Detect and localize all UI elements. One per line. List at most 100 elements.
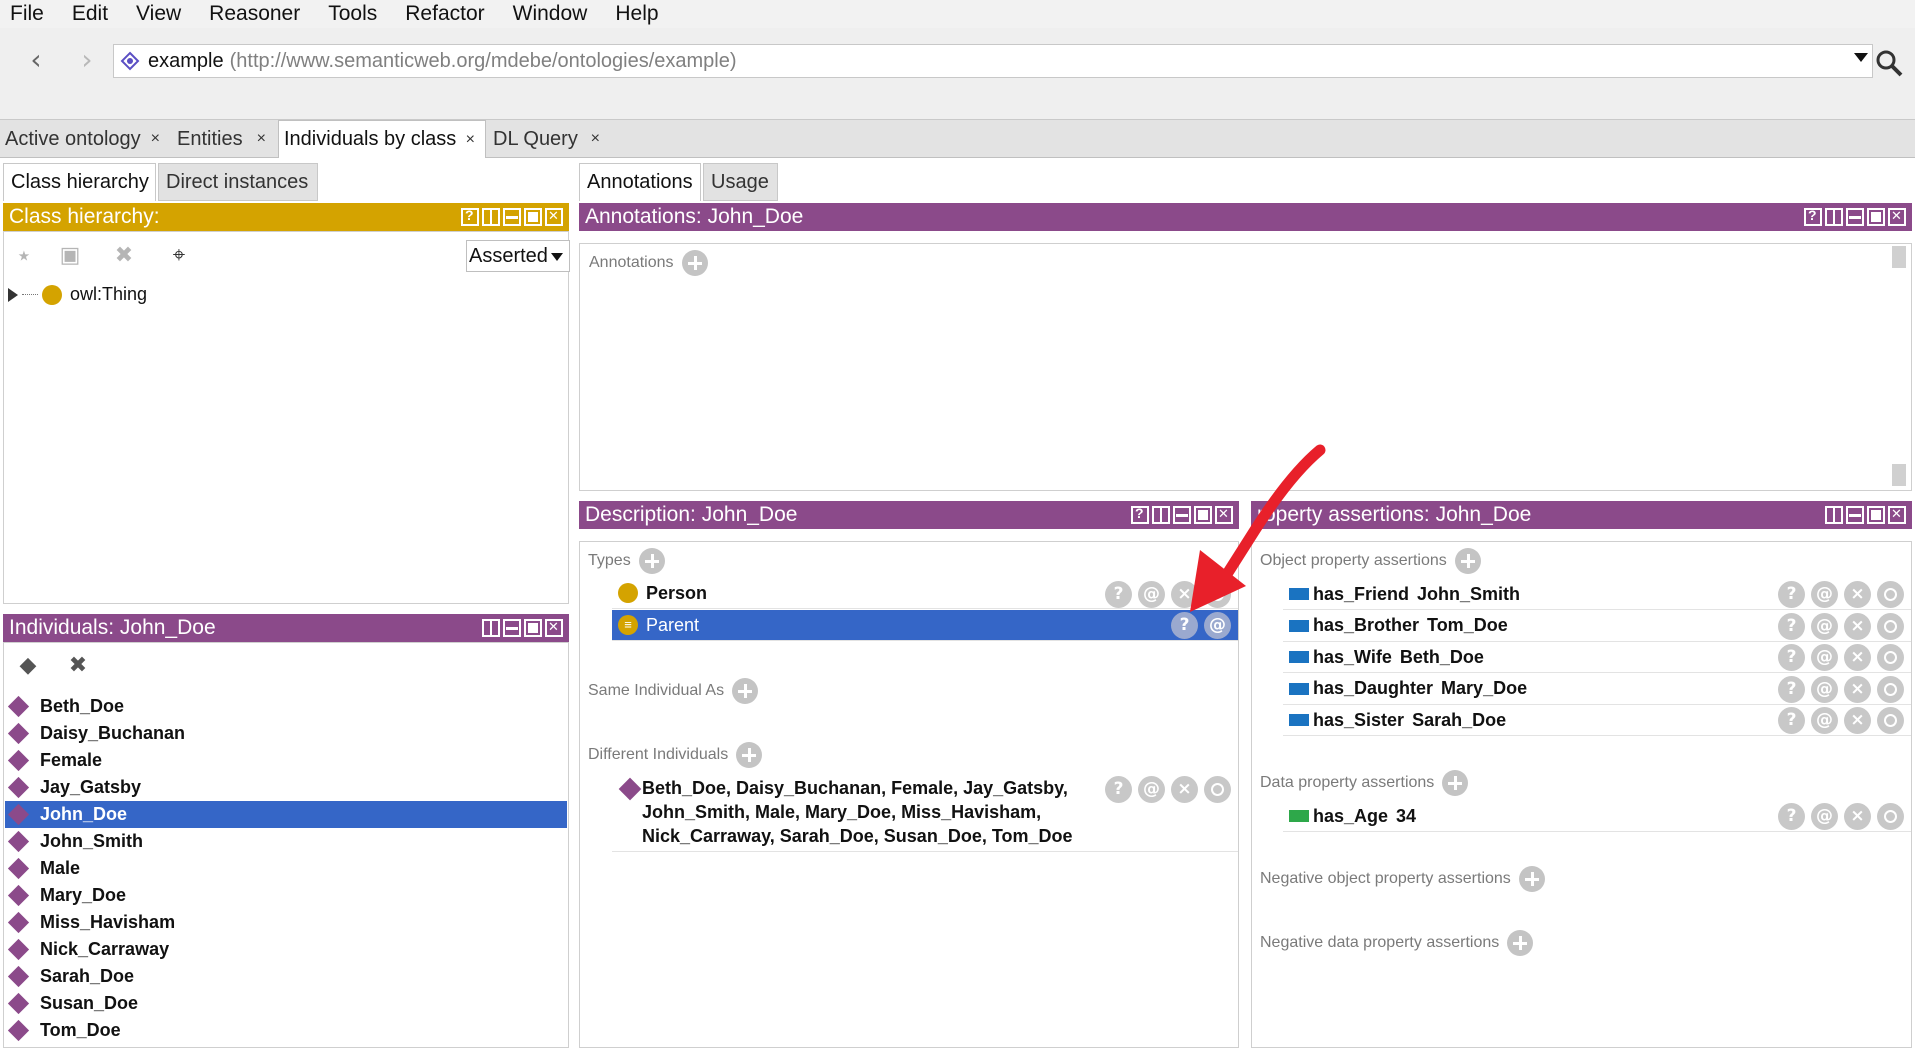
edit-button[interactable] — [1877, 612, 1904, 640]
split-icon[interactable] — [1825, 506, 1843, 524]
add-different-individual-button[interactable] — [736, 742, 763, 768]
add-individual-icon[interactable]: ◆ — [14, 652, 42, 680]
individual-list-item[interactable]: Male — [5, 855, 567, 882]
minimize-icon[interactable] — [503, 619, 521, 637]
annotate-button[interactable]: @ — [1811, 644, 1838, 671]
add-object-property-button[interactable] — [1454, 548, 1481, 574]
annotate-button[interactable]: @ — [1811, 581, 1838, 608]
delete-button[interactable]: × — [1844, 644, 1871, 671]
individual-list-item[interactable]: Nick_Carraway — [5, 936, 567, 963]
edit-button[interactable] — [1204, 776, 1231, 803]
edit-button[interactable] — [1877, 803, 1904, 830]
tab-entities[interactable]: Entities × — [172, 120, 276, 158]
tab-individuals-by-class[interactable]: Individuals by class × — [278, 120, 486, 158]
delete-individual-icon[interactable]: ✖ — [64, 652, 92, 680]
add-negative-data-property-button[interactable] — [1507, 930, 1534, 956]
annotate-button[interactable]: @ — [1138, 581, 1165, 608]
delete-button[interactable]: × — [1844, 675, 1871, 703]
minimize-icon[interactable] — [1846, 506, 1864, 524]
chevron-down-icon[interactable] — [1854, 53, 1868, 62]
delete-button[interactable]: × — [1844, 581, 1871, 608]
individual-list-item[interactable]: Susan_Doe — [5, 990, 567, 1017]
edit-button[interactable] — [1877, 675, 1904, 703]
split-icon[interactable] — [482, 619, 500, 637]
close-icon[interactable]: × — [591, 130, 600, 148]
maximize-icon[interactable] — [1867, 208, 1885, 226]
forward-button[interactable]: › — [75, 46, 99, 74]
individual-list-item[interactable]: Female — [5, 747, 567, 774]
menu-window[interactable]: Window — [513, 2, 588, 26]
hierarchy-mode-select[interactable]: Asserted — [466, 240, 570, 272]
edit-button[interactable] — [1877, 707, 1904, 734]
individual-list-item[interactable]: Beth_Doe — [5, 693, 567, 720]
close-icon[interactable] — [1888, 506, 1906, 524]
add-sibling-class-icon[interactable]: ▣ — [56, 242, 84, 270]
maximize-icon[interactable] — [524, 208, 542, 226]
close-icon[interactable]: × — [466, 131, 475, 149]
edit-button[interactable] — [1877, 581, 1904, 608]
minimize-icon[interactable] — [503, 208, 521, 226]
explain-button[interactable]: ? — [1105, 581, 1132, 608]
close-icon[interactable] — [545, 619, 563, 637]
close-icon[interactable] — [545, 208, 563, 226]
split-icon[interactable] — [1152, 506, 1170, 524]
scrollbar-thumb[interactable] — [1892, 464, 1906, 486]
individual-list-item[interactable]: Sarah_Doe — [5, 963, 567, 990]
add-data-property-button[interactable] — [1442, 770, 1469, 796]
expand-triangle-icon[interactable] — [8, 287, 18, 302]
individual-list-item[interactable]: John_Smith — [5, 828, 567, 855]
tab-class-hierarchy[interactable]: Class hierarchy — [3, 163, 156, 201]
split-icon[interactable] — [1825, 208, 1843, 226]
close-icon[interactable]: × — [257, 130, 266, 148]
menu-help[interactable]: Help — [615, 2, 658, 26]
delete-button[interactable]: × — [1171, 776, 1198, 803]
edit-button[interactable] — [1204, 581, 1231, 608]
add-same-individual-button[interactable] — [732, 678, 759, 704]
explain-button[interactable]: ? — [1778, 581, 1805, 608]
explain-button[interactable]: ? — [1778, 675, 1805, 703]
individual-list-item[interactable]: Mary_Doe — [5, 882, 567, 909]
add-annotation-button[interactable] — [681, 250, 708, 276]
delete-button[interactable]: × — [1844, 707, 1871, 734]
maximize-icon[interactable] — [524, 619, 542, 637]
tree-node-owl-thing[interactable]: owl:Thing — [8, 284, 147, 305]
help-icon[interactable] — [1804, 207, 1822, 226]
tab-active-ontology[interactable]: Active ontology × — [0, 120, 170, 158]
minimize-icon[interactable] — [1173, 506, 1191, 524]
individual-list-item[interactable]: Miss_Havisham — [5, 909, 567, 936]
maximize-icon[interactable] — [1194, 506, 1212, 524]
split-icon[interactable] — [482, 208, 500, 226]
minimize-icon[interactable] — [1846, 208, 1864, 226]
search-icon[interactable] — [1874, 48, 1904, 78]
explain-button[interactable]: ? — [1778, 644, 1805, 671]
close-icon[interactable] — [1888, 208, 1906, 226]
tab-direct-instances[interactable]: Direct instances — [158, 163, 318, 201]
tab-dl-query[interactable]: DL Query × — [488, 120, 610, 158]
close-icon[interactable] — [1215, 506, 1233, 524]
tab-usage[interactable]: Usage — [703, 163, 778, 201]
annotate-button[interactable]: @ — [1811, 707, 1838, 734]
explain-button[interactable]: ? — [1105, 776, 1132, 803]
help-icon[interactable] — [461, 207, 479, 226]
annotate-button[interactable]: @ — [1811, 803, 1838, 830]
ontology-address-field[interactable]: example (http://www.semanticweb.org/mdeb… — [113, 44, 1873, 78]
menu-tools[interactable]: Tools — [328, 2, 377, 26]
menu-edit[interactable]: Edit — [72, 2, 108, 26]
edit-button[interactable] — [1877, 644, 1904, 671]
explain-button[interactable]: ? — [1778, 612, 1805, 640]
delete-class-icon[interactable]: ✖ — [110, 242, 138, 270]
individual-list-item[interactable]: Jay_Gatsby — [5, 774, 567, 801]
back-button[interactable]: ‹ — [24, 46, 48, 74]
annotate-button[interactable]: @ — [1811, 675, 1838, 703]
maximize-icon[interactable] — [1867, 506, 1885, 524]
individual-list-item[interactable]: John_Doe — [5, 801, 567, 828]
add-type-button[interactable] — [638, 548, 665, 574]
delete-button[interactable]: × — [1171, 581, 1198, 608]
delete-button[interactable]: × — [1844, 612, 1871, 640]
target-icon[interactable]: ⌖ — [165, 242, 193, 270]
menu-file[interactable]: File — [10, 2, 44, 26]
help-icon[interactable] — [1131, 505, 1149, 524]
annotate-button[interactable]: @ — [1204, 612, 1231, 639]
menu-refactor[interactable]: Refactor — [405, 2, 484, 26]
add-subclass-icon[interactable]: ⭑ — [10, 242, 38, 270]
